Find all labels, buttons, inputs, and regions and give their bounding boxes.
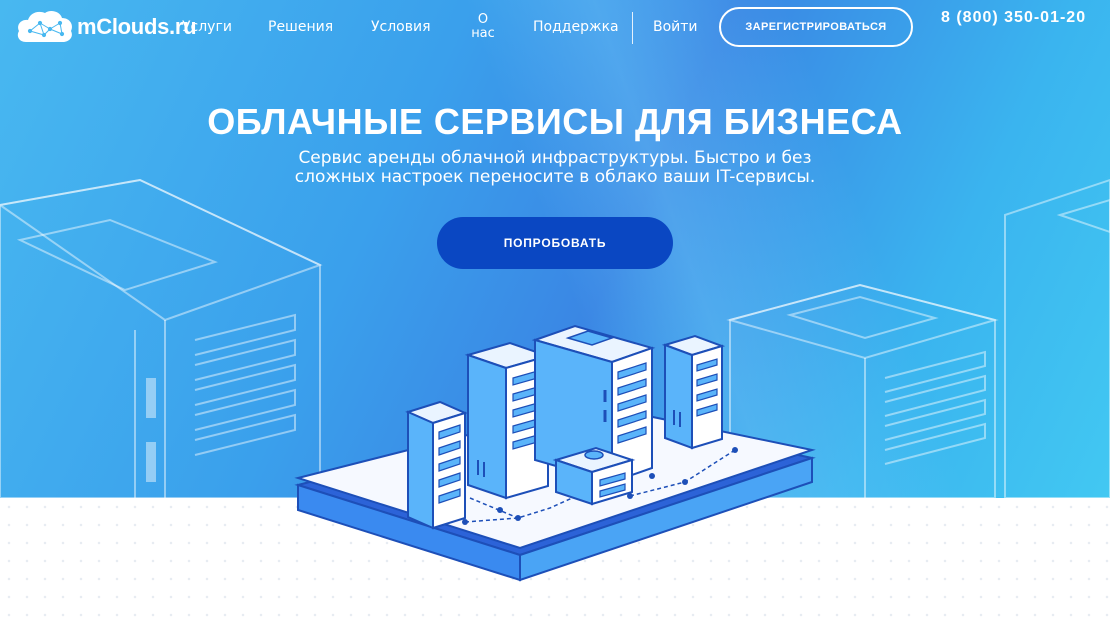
cloud-logo-icon <box>17 10 72 42</box>
site-header: mClouds.ru Услуги Решения Условия О нас … <box>0 0 1110 56</box>
nav-about[interactable]: О нас <box>468 13 498 41</box>
nav-support[interactable]: Поддержка <box>533 19 619 35</box>
logo-text: mClouds.ru <box>77 14 197 39</box>
nav-divider <box>632 12 633 44</box>
login-link[interactable]: Войти <box>653 19 698 35</box>
try-button[interactable]: ПОПРОБОВАТЬ <box>437 217 673 269</box>
register-button[interactable]: ЗАРЕГИСТРИРОВАТЬСЯ <box>719 7 913 47</box>
nav-about-line2: нас <box>471 26 495 41</box>
phone-number[interactable]: 8 (800) 350-01-20 <box>941 9 1101 26</box>
hero-subtitle-line1: Сервис аренды облачной инфраструктуры. Б… <box>298 148 812 168</box>
nav-solutions[interactable]: Решения <box>268 19 333 35</box>
hero-subtitle: Сервис аренды облачной инфраструктуры. Б… <box>255 149 855 187</box>
nav-about-line1: О <box>477 12 489 27</box>
nav-services[interactable]: Услуги <box>182 19 232 35</box>
logo[interactable]: mClouds.ru <box>16 9 197 45</box>
hero-title: ОБЛАЧНЫЕ СЕРВИСЫ ДЛЯ БИЗНЕСА <box>207 101 903 142</box>
nav-conditions[interactable]: Условия <box>371 19 431 35</box>
datacenter-illustration <box>294 324 816 582</box>
hero-subtitle-line2: сложных настроек переносите в облако ваш… <box>294 167 816 187</box>
